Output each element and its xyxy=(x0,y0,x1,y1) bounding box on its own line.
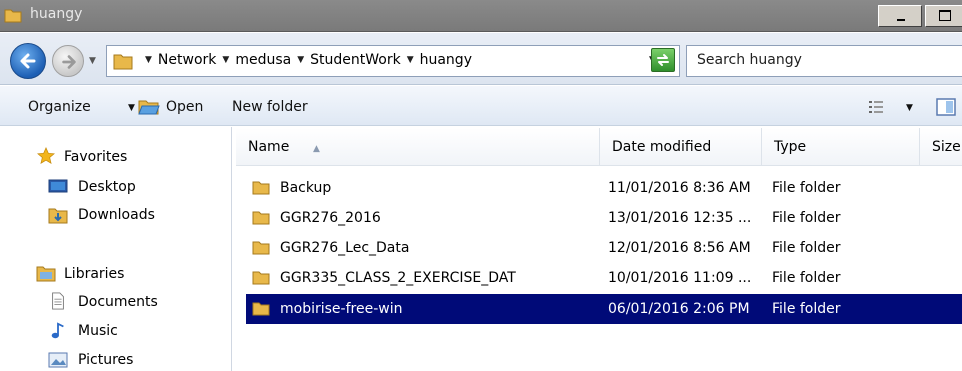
address-bar[interactable]: ▼ Network ▼ medusa ▼ StudentWork ▼ huang… xyxy=(106,45,680,77)
breadcrumb: ▼ Network ▼ medusa ▼ StudentWork ▼ huang… xyxy=(139,52,472,68)
open-folder-icon[interactable] xyxy=(138,98,160,116)
preview-pane-icon[interactable] xyxy=(936,97,956,117)
column-header-size[interactable]: Size xyxy=(920,128,962,166)
folder-icon xyxy=(252,211,270,225)
folder-icon xyxy=(4,9,22,23)
folder-icon xyxy=(252,271,270,285)
file-row[interactable]: GGR335_CLASS_2_EXERCISE_DAT 10/01/2016 1… xyxy=(246,263,962,293)
folder-icon xyxy=(252,241,270,255)
back-button[interactable] xyxy=(10,43,46,79)
file-date: 06/01/2016 2:06 PM xyxy=(608,301,750,317)
downloads-icon xyxy=(48,208,68,224)
file-date: 12/01/2016 8:56 AM xyxy=(608,240,751,256)
file-row[interactable]: Backup 11/01/2016 8:36 AM File folder xyxy=(246,173,962,203)
views-icon[interactable] xyxy=(868,99,884,115)
refresh-button[interactable] xyxy=(651,48,675,72)
organize-button[interactable]: Organize xyxy=(28,99,91,115)
maximize-button[interactable] xyxy=(925,5,962,27)
arrow-right-icon xyxy=(62,55,76,69)
pictures-icon xyxy=(48,352,68,368)
sidebar-item-libraries[interactable]: Libraries xyxy=(64,266,124,282)
file-date: 11/01/2016 8:36 AM xyxy=(608,180,751,196)
folder-icon xyxy=(252,302,270,316)
file-row[interactable]: GGR276_2016 13/01/2016 12:35 ... File fo… xyxy=(246,203,962,233)
file-name: Backup xyxy=(280,180,332,196)
star-icon xyxy=(37,147,55,164)
column-type-label: Type xyxy=(774,139,807,155)
file-type: File folder xyxy=(772,301,841,317)
views-dropdown-icon[interactable]: ▼ xyxy=(906,103,913,113)
file-row-selected[interactable]: mobirise-free-win 06/01/2016 2:06 PM Fil… xyxy=(246,294,962,324)
file-type: File folder xyxy=(772,240,841,256)
breadcrumb-separator-icon[interactable]: ▼ xyxy=(407,55,414,65)
search-placeholder: Search huangy xyxy=(697,52,802,68)
recent-pages-dropdown[interactable]: ▼ xyxy=(89,56,96,66)
sidebar-item-desktop[interactable]: Desktop xyxy=(78,179,136,195)
sidebar-item-favorites[interactable]: Favorites xyxy=(64,149,127,165)
file-name: GGR276_Lec_Data xyxy=(280,240,410,256)
refresh-icon xyxy=(657,54,669,66)
music-icon xyxy=(51,322,64,339)
file-name: GGR335_CLASS_2_EXERCISE_DAT xyxy=(280,270,516,286)
sort-ascending-icon: ▲ xyxy=(313,144,320,154)
sidebar-item-downloads[interactable]: Downloads xyxy=(78,207,155,223)
maximize-icon xyxy=(939,10,951,21)
file-name: GGR276_2016 xyxy=(280,210,381,226)
file-type: File folder xyxy=(772,180,841,196)
folder-icon xyxy=(113,54,133,70)
organize-dropdown-icon[interactable]: ▼ xyxy=(128,103,135,113)
libraries-icon xyxy=(36,266,56,282)
breadcrumb-separator-icon[interactable]: ▼ xyxy=(145,55,152,65)
column-name-label: Name xyxy=(248,139,290,155)
search-input[interactable]: Search huangy xyxy=(686,45,962,77)
sidebar-item-pictures[interactable]: Pictures xyxy=(78,352,133,368)
new-folder-button[interactable]: New folder xyxy=(232,99,308,115)
desktop-icon xyxy=(48,179,68,193)
breadcrumb-huangy[interactable]: huangy xyxy=(420,52,472,68)
file-date: 13/01/2016 12:35 ... xyxy=(608,210,752,226)
window-title: huangy xyxy=(30,6,83,22)
open-button[interactable]: Open xyxy=(166,99,203,115)
forward-button[interactable] xyxy=(52,45,84,77)
column-size-label: Size xyxy=(932,139,961,155)
minimize-button[interactable] xyxy=(878,5,922,27)
column-date-label: Date modified xyxy=(612,139,712,155)
title-bar: huangy xyxy=(0,0,962,32)
document-icon xyxy=(52,292,64,310)
file-type: File folder xyxy=(772,270,841,286)
sidebar-item-music[interactable]: Music xyxy=(78,323,118,339)
minimize-icon xyxy=(897,19,905,21)
breadcrumb-separator-icon[interactable]: ▼ xyxy=(222,55,229,65)
breadcrumb-medusa[interactable]: medusa xyxy=(235,52,291,68)
breadcrumb-separator-icon[interactable]: ▼ xyxy=(297,55,304,65)
sidebar-item-documents[interactable]: Documents xyxy=(78,294,158,310)
column-header-name[interactable]: Name xyxy=(236,128,600,166)
file-type: File folder xyxy=(772,210,841,226)
file-name: mobirise-free-win xyxy=(280,301,403,317)
arrow-left-icon xyxy=(20,53,36,69)
folder-icon xyxy=(252,181,270,195)
column-header-date[interactable]: Date modified xyxy=(600,128,762,166)
file-row[interactable]: GGR276_Lec_Data 12/01/2016 8:56 AM File … xyxy=(246,233,962,263)
file-date: 10/01/2016 11:09 ... xyxy=(608,270,752,286)
column-header-type[interactable]: Type xyxy=(762,128,920,166)
breadcrumb-network[interactable]: Network xyxy=(158,52,216,68)
breadcrumb-studentwork[interactable]: StudentWork xyxy=(310,52,401,68)
